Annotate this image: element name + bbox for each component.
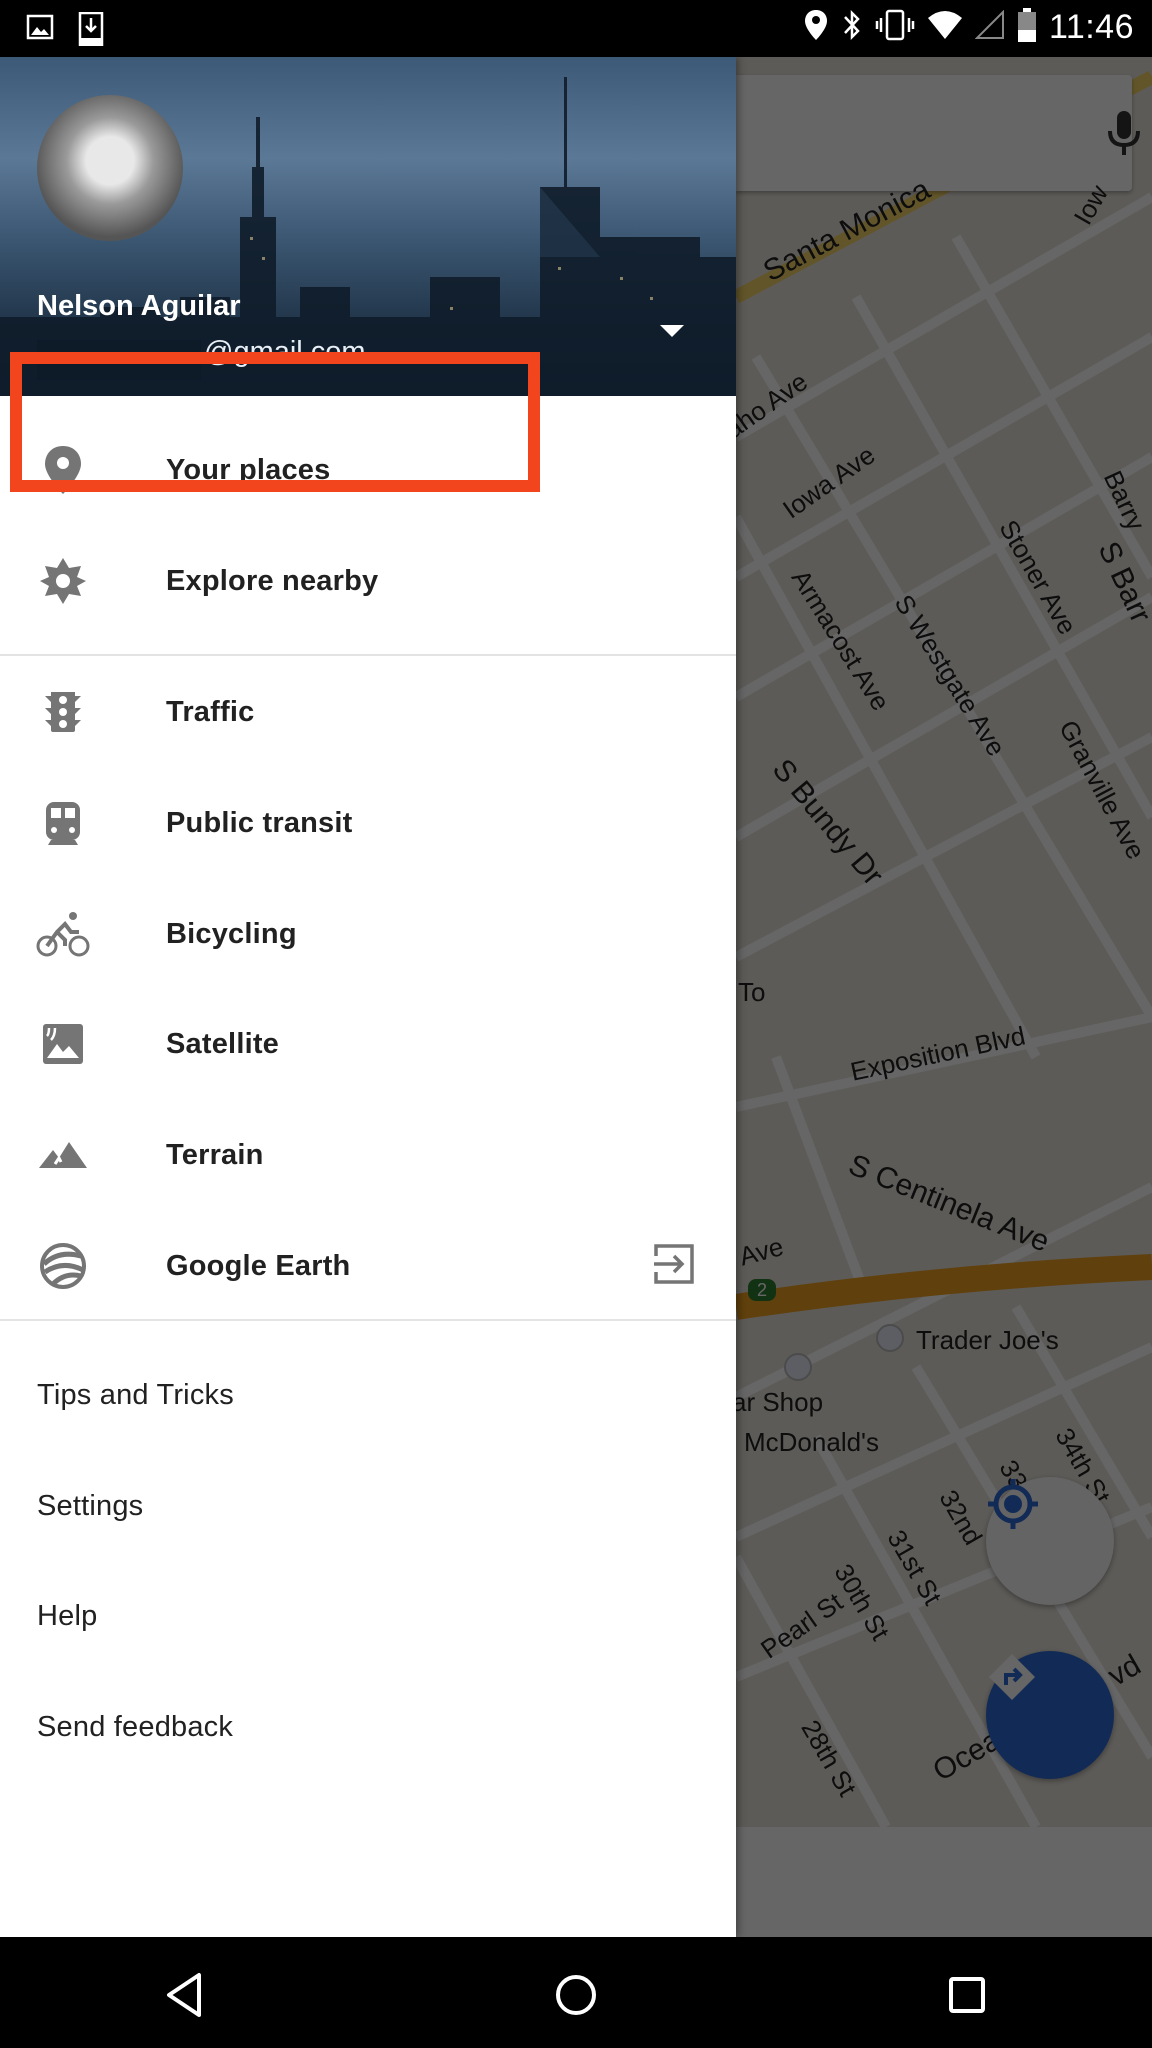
drawer-item-label: Terrain — [166, 1138, 264, 1171]
clock: 11:46 — [1048, 8, 1134, 46]
account-header: Nelson Aguilar @gmail.com — [0, 57, 736, 396]
recents-button[interactable] — [937, 1965, 997, 2025]
bicycle-icon — [30, 901, 96, 967]
drawer-item-satellite[interactable]: Satellite — [0, 989, 736, 1099]
home-button[interactable] — [546, 1965, 606, 2025]
open-external-icon[interactable] — [652, 1242, 696, 1291]
drawer-item-send-feedback[interactable]: Send feedback — [0, 1672, 736, 1782]
status-bar: 11:46 — [0, 0, 1152, 57]
bluetooth-icon — [841, 8, 863, 47]
drawer-item-label: Explore nearby — [166, 564, 379, 597]
divider — [0, 1319, 736, 1321]
drawer-item-tips-and-tricks[interactable]: Tips and Tricks — [0, 1340, 736, 1450]
download-notification-icon — [78, 11, 104, 51]
drawer-item-traffic[interactable]: Traffic — [0, 657, 736, 767]
navigation-drawer: Nelson Aguilar @gmail.com Your places Ex… — [0, 57, 736, 1937]
account-switcher-arrow-icon[interactable] — [660, 325, 684, 337]
cell-signal-icon — [974, 9, 1005, 45]
drawer-item-google-earth[interactable]: Google Earth — [0, 1211, 736, 1321]
satellite-icon — [30, 1011, 96, 1077]
system-nav-bar — [0, 1937, 1152, 2048]
explore-nearby-icon — [30, 548, 96, 614]
vibrate-icon — [875, 8, 915, 47]
drawer-item-label: Settings — [37, 1489, 144, 1522]
drawer-item-label: Public transit — [166, 806, 353, 839]
traffic-light-icon — [30, 679, 96, 745]
location-icon — [803, 8, 829, 47]
drawer-item-label: Satellite — [166, 1027, 280, 1060]
drawer-item-label: Traffic — [166, 695, 255, 728]
drawer-item-label: Help — [37, 1599, 98, 1632]
google-earth-icon — [30, 1233, 96, 1299]
drawer-scrim[interactable] — [736, 57, 1152, 1937]
home-icon — [556, 1975, 596, 2015]
image-notification-icon — [26, 12, 54, 51]
drawer-item-bicycling[interactable]: Bicycling — [0, 879, 736, 989]
train-icon — [30, 790, 96, 856]
drawer-item-label: Google Earth — [166, 1249, 351, 1282]
highlight-annotation-box — [10, 352, 540, 492]
drawer-item-label: Send feedback — [37, 1710, 234, 1743]
divider — [0, 654, 736, 656]
battery-icon — [1017, 8, 1037, 47]
drawer-item-label: Tips and Tricks — [37, 1378, 234, 1411]
drawer-item-public-transit[interactable]: Public transit — [0, 768, 736, 878]
avatar[interactable] — [37, 95, 183, 241]
terrain-icon — [30, 1122, 96, 1188]
back-icon — [167, 1973, 201, 2017]
drawer-item-settings[interactable]: Settings — [0, 1451, 736, 1561]
back-button[interactable] — [155, 1965, 215, 2025]
drawer-item-terrain[interactable]: Terrain — [0, 1100, 736, 1210]
recents-icon — [949, 1977, 985, 2013]
account-name: Nelson Aguilar — [37, 290, 241, 322]
drawer-item-explore-nearby[interactable]: Explore nearby — [0, 526, 736, 636]
wifi-icon — [927, 10, 963, 45]
drawer-item-help[interactable]: Help — [0, 1561, 736, 1671]
drawer-item-label: Bicycling — [166, 917, 297, 950]
